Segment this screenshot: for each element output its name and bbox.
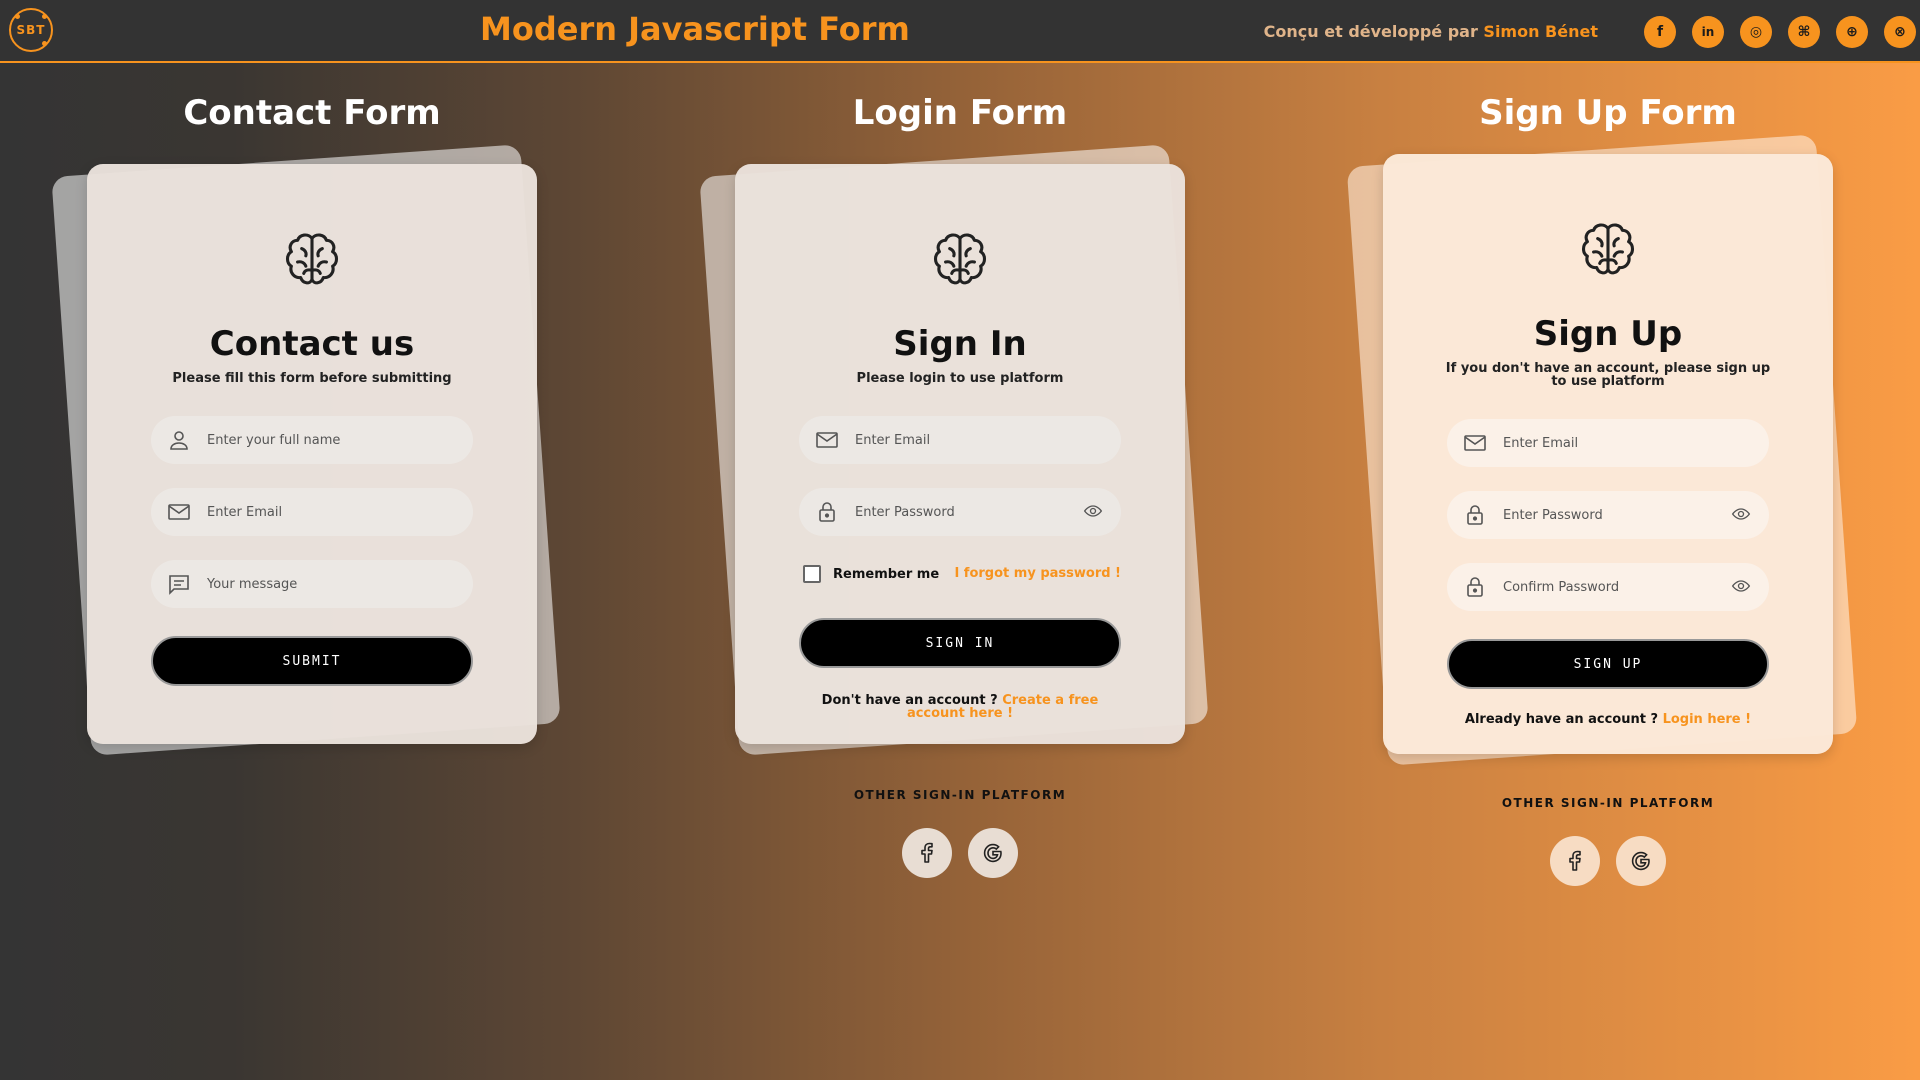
- login-password-field[interactable]: [799, 488, 1121, 536]
- eye-icon[interactable]: [1731, 504, 1751, 524]
- portfolio-icon[interactable]: ⊕: [1836, 16, 1868, 48]
- lock-icon: [1463, 575, 1487, 599]
- facebook-signin-button[interactable]: [1550, 836, 1600, 886]
- confirm-password-input[interactable]: [1501, 578, 1735, 596]
- logo-dot: [15, 14, 20, 19]
- logo-text: SBT: [16, 23, 46, 37]
- have-account-text: Already have an account ?: [1464, 712, 1663, 727]
- website-globe-icon[interactable]: ⊗: [1884, 16, 1916, 48]
- other-signin-buttons: [720, 828, 1200, 878]
- full-name-input[interactable]: [205, 431, 439, 449]
- contact-card: Contact us Please fill this form before …: [87, 164, 537, 744]
- mail-icon: [1463, 431, 1487, 455]
- app-title: Modern Javascript Form: [480, 10, 910, 48]
- top-header: SBT Modern Javascript Form Conçu et déve…: [0, 0, 1920, 63]
- credit-prefix: Conçu et développé par: [1263, 22, 1484, 41]
- message-icon: [167, 572, 191, 596]
- create-account-text: Don't have an account ? Create a free ac…: [795, 694, 1125, 720]
- signup-column-title: Sign Up Form: [1479, 93, 1737, 133]
- logo-dot: [42, 14, 47, 19]
- social-links: f in ◎ ⌘ ⊕ ⊗: [1644, 16, 1916, 48]
- signup-heading: Sign Up: [1533, 314, 1683, 354]
- signup-password-field[interactable]: [1447, 491, 1769, 539]
- user-icon: [167, 428, 191, 452]
- google-signin-button[interactable]: [968, 828, 1018, 878]
- mail-icon: [167, 500, 191, 524]
- linkedin-icon[interactable]: in: [1692, 16, 1724, 48]
- forgot-password-link[interactable]: I forgot my password !: [954, 566, 1121, 581]
- sign-up-button[interactable]: SIGN UP: [1447, 639, 1769, 689]
- login-subtitle: Please login to use platform: [856, 371, 1064, 386]
- signup-email-input[interactable]: [1501, 434, 1735, 452]
- contact-column-title: Contact Form: [183, 93, 441, 133]
- full-name-field[interactable]: [151, 416, 473, 464]
- instagram-icon[interactable]: ◎: [1740, 16, 1772, 48]
- login-card: Sign In Please login to use platform Rem…: [735, 164, 1185, 744]
- sbt-logo[interactable]: SBT: [9, 8, 53, 52]
- facebook-signin-button[interactable]: [902, 828, 952, 878]
- message-field[interactable]: [151, 560, 473, 608]
- login-prompt-text: Already have an account ? Login here !: [1443, 713, 1773, 726]
- login-email-field[interactable]: [799, 416, 1121, 464]
- other-signin-buttons: [1368, 836, 1848, 886]
- login-column-title: Login Form: [852, 93, 1068, 133]
- other-signin-label: OTHER SIGN-IN PLATFORM: [853, 788, 1067, 802]
- mail-icon: [815, 428, 839, 452]
- contact-heading: Contact us: [209, 324, 415, 364]
- brain-icon: [927, 228, 993, 294]
- contact-subtitle: Please fill this form before submitting: [172, 371, 452, 386]
- signup-password-input[interactable]: [1501, 506, 1735, 524]
- email-input[interactable]: [205, 503, 439, 521]
- facebook-icon[interactable]: f: [1644, 16, 1676, 48]
- brain-icon: [279, 228, 345, 294]
- remember-me[interactable]: Remember me: [803, 565, 939, 583]
- facebook-icon: [1563, 849, 1587, 873]
- login-heading: Sign In: [893, 324, 1027, 364]
- sign-in-button[interactable]: SIGN IN: [799, 618, 1121, 668]
- remember-label: Remember me: [833, 566, 940, 582]
- login-email-input[interactable]: [853, 431, 1087, 449]
- google-icon: [1629, 849, 1653, 873]
- eye-icon[interactable]: [1731, 576, 1751, 596]
- lock-icon: [815, 500, 839, 524]
- signup-email-field[interactable]: [1447, 419, 1769, 467]
- signup-card: Sign Up If you don't have an account, pl…: [1383, 154, 1833, 754]
- message-input[interactable]: [205, 575, 439, 593]
- github-icon[interactable]: ⌘: [1788, 16, 1820, 48]
- submit-button[interactable]: SUBMIT: [151, 636, 473, 686]
- google-signin-button[interactable]: [1616, 836, 1666, 886]
- eye-icon[interactable]: [1083, 501, 1103, 521]
- logo-dot: [42, 41, 47, 46]
- lock-icon: [1463, 503, 1487, 527]
- remember-checkbox[interactable]: [803, 565, 821, 583]
- email-field[interactable]: [151, 488, 473, 536]
- brain-icon: [1575, 218, 1641, 284]
- credit-text: Conçu et développé par Simon Bénet: [1264, 22, 1598, 41]
- credit-author-link[interactable]: Simon Bénet: [1483, 22, 1598, 41]
- confirm-password-field[interactable]: [1447, 563, 1769, 611]
- signup-subtitle: If you don't have an account, please sig…: [1445, 361, 1771, 389]
- google-icon: [981, 841, 1005, 865]
- login-password-input[interactable]: [853, 503, 1087, 521]
- facebook-icon: [915, 841, 939, 865]
- login-here-link[interactable]: Login here !: [1663, 712, 1752, 727]
- other-signin-label: OTHER SIGN-IN PLATFORM: [1501, 796, 1715, 810]
